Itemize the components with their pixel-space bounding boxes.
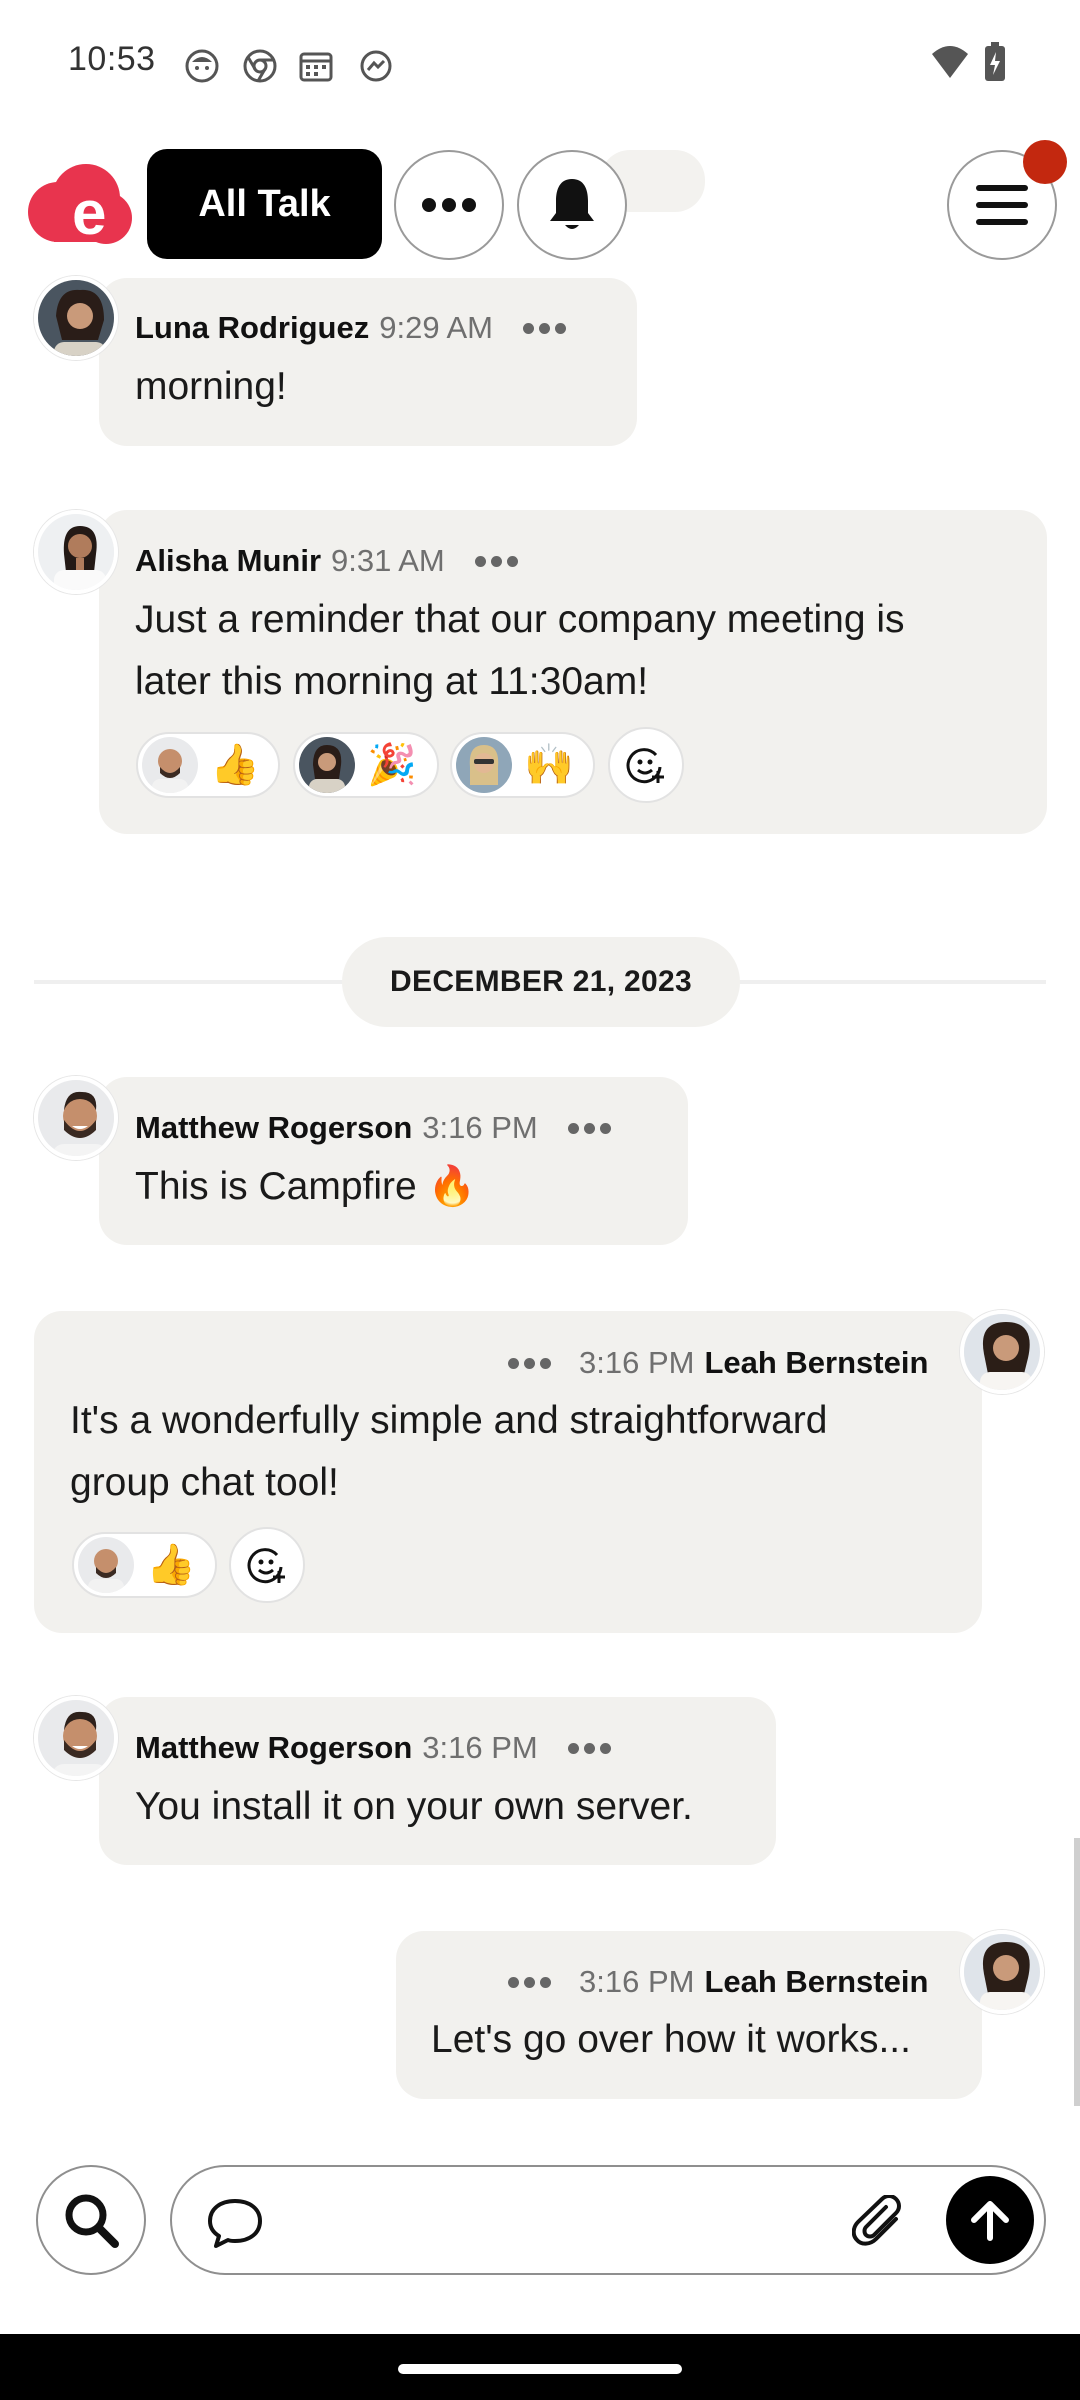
avatar[interactable] [34, 1696, 118, 1780]
reaction-chip[interactable]: 👍 [72, 1532, 217, 1598]
message-text: group chat tool! [70, 1461, 339, 1504]
author-name[interactable]: Alisha Munir [135, 543, 321, 579]
more-icon [422, 198, 476, 212]
message-meta: 3:16 PM Leah Bernstein [508, 1345, 928, 1381]
message-text: Let's go over how it works... [431, 2018, 911, 2061]
avatar [299, 737, 355, 793]
channel-button[interactable]: All Talk [147, 149, 382, 259]
message-time: 3:16 PM [422, 1730, 538, 1765]
notification-badge [1023, 140, 1067, 184]
avatar[interactable] [34, 510, 118, 594]
author-name[interactable]: Leah Bernstein [704, 1964, 928, 2000]
status-bar: 10:53 [0, 0, 1080, 130]
message-time: 9:31 AM [331, 543, 445, 578]
messenger-icon [360, 50, 392, 82]
avatar [456, 737, 512, 793]
message-input[interactable] [272, 2191, 892, 2251]
add-reaction-icon [247, 1548, 285, 1584]
author-name[interactable]: Luna Rodriguez [135, 310, 369, 346]
author-name[interactable]: Matthew Rogerson [135, 1110, 412, 1146]
scrollbar[interactable] [1074, 1838, 1080, 2106]
notifications-button[interactable] [517, 150, 627, 260]
message-options-icon[interactable] [474, 555, 518, 567]
message-options-icon[interactable] [522, 322, 566, 334]
author-name[interactable]: Leah Bernstein [704, 1345, 928, 1381]
reaction-chip[interactable]: 👍 [136, 732, 280, 798]
avatar[interactable] [960, 1310, 1044, 1394]
arrow-up-icon [971, 2201, 1009, 2241]
avatar[interactable] [34, 276, 118, 360]
search-icon [65, 2194, 119, 2248]
reaction-chip[interactable]: 🎉 [293, 732, 439, 798]
svg-text:e: e [72, 179, 106, 248]
chrome-icon [243, 49, 277, 83]
menu-icon [976, 185, 1028, 225]
message-time: 3:16 PM [579, 1964, 695, 1999]
reaction-emoji: 🙌 [524, 743, 574, 787]
message-meta: 3:16 PM Leah Bernstein [508, 1964, 928, 2000]
chat-bubble-icon [208, 2199, 262, 2248]
message-text: You install it on your own server. [135, 1785, 693, 1828]
reaction-chip[interactable]: 🙌 [450, 732, 595, 798]
bell-icon [550, 179, 594, 229]
home-handle[interactable] [398, 2364, 682, 2374]
author-name[interactable]: Matthew Rogerson [135, 1730, 412, 1766]
reaction-emoji: 👍 [146, 1543, 196, 1587]
avatar [142, 737, 198, 793]
paperclip-icon[interactable] [852, 2195, 908, 2251]
message-time: 3:16 PM [579, 1345, 695, 1380]
message-meta: Alisha Munir 9:31 AM [135, 543, 518, 579]
message-text: Just a reminder that our company meeting… [135, 598, 905, 641]
calendar-icon [299, 52, 333, 82]
message-meta: Matthew Rogerson 3:16 PM [135, 1110, 611, 1146]
battery-icon [985, 42, 1005, 81]
message-composer[interactable] [170, 2165, 1046, 2275]
date-separator: DECEMBER 21, 2023 [342, 937, 740, 1027]
message-time: 9:29 AM [379, 310, 493, 345]
wifi-icon [932, 46, 968, 78]
message-options-icon[interactable] [567, 1122, 611, 1134]
add-reaction-button[interactable] [608, 727, 684, 803]
message-meta: Matthew Rogerson 3:16 PM [135, 1730, 611, 1766]
avatar[interactable] [34, 1076, 118, 1160]
add-reaction-icon [626, 748, 664, 784]
message-options-icon[interactable] [508, 1976, 551, 1988]
status-time: 10:53 [68, 40, 156, 78]
message-options-icon[interactable] [567, 1742, 611, 1754]
face-icon [185, 49, 219, 83]
search-button[interactable] [36, 2165, 146, 2275]
message-meta: Luna Rodriguez 9:29 AM [135, 310, 566, 346]
message-text: morning! [135, 365, 287, 408]
avatar[interactable] [960, 1930, 1044, 2014]
reaction-emoji: 👍 [210, 743, 260, 787]
message-options-icon[interactable] [508, 1357, 551, 1369]
avatar [78, 1537, 134, 1593]
message-text: It's a wonderfully simple and straightfo… [70, 1399, 828, 1442]
message-text: This is Campfire 🔥 [135, 1165, 477, 1208]
add-reaction-button[interactable] [229, 1527, 305, 1603]
reaction-emoji: 🎉 [367, 743, 417, 787]
more-button[interactable] [394, 150, 504, 260]
send-button[interactable] [946, 2176, 1034, 2264]
message-text: later this morning at 11:30am! [135, 660, 649, 703]
message-time: 3:16 PM [422, 1110, 538, 1145]
app-logo[interactable]: e [26, 160, 134, 252]
